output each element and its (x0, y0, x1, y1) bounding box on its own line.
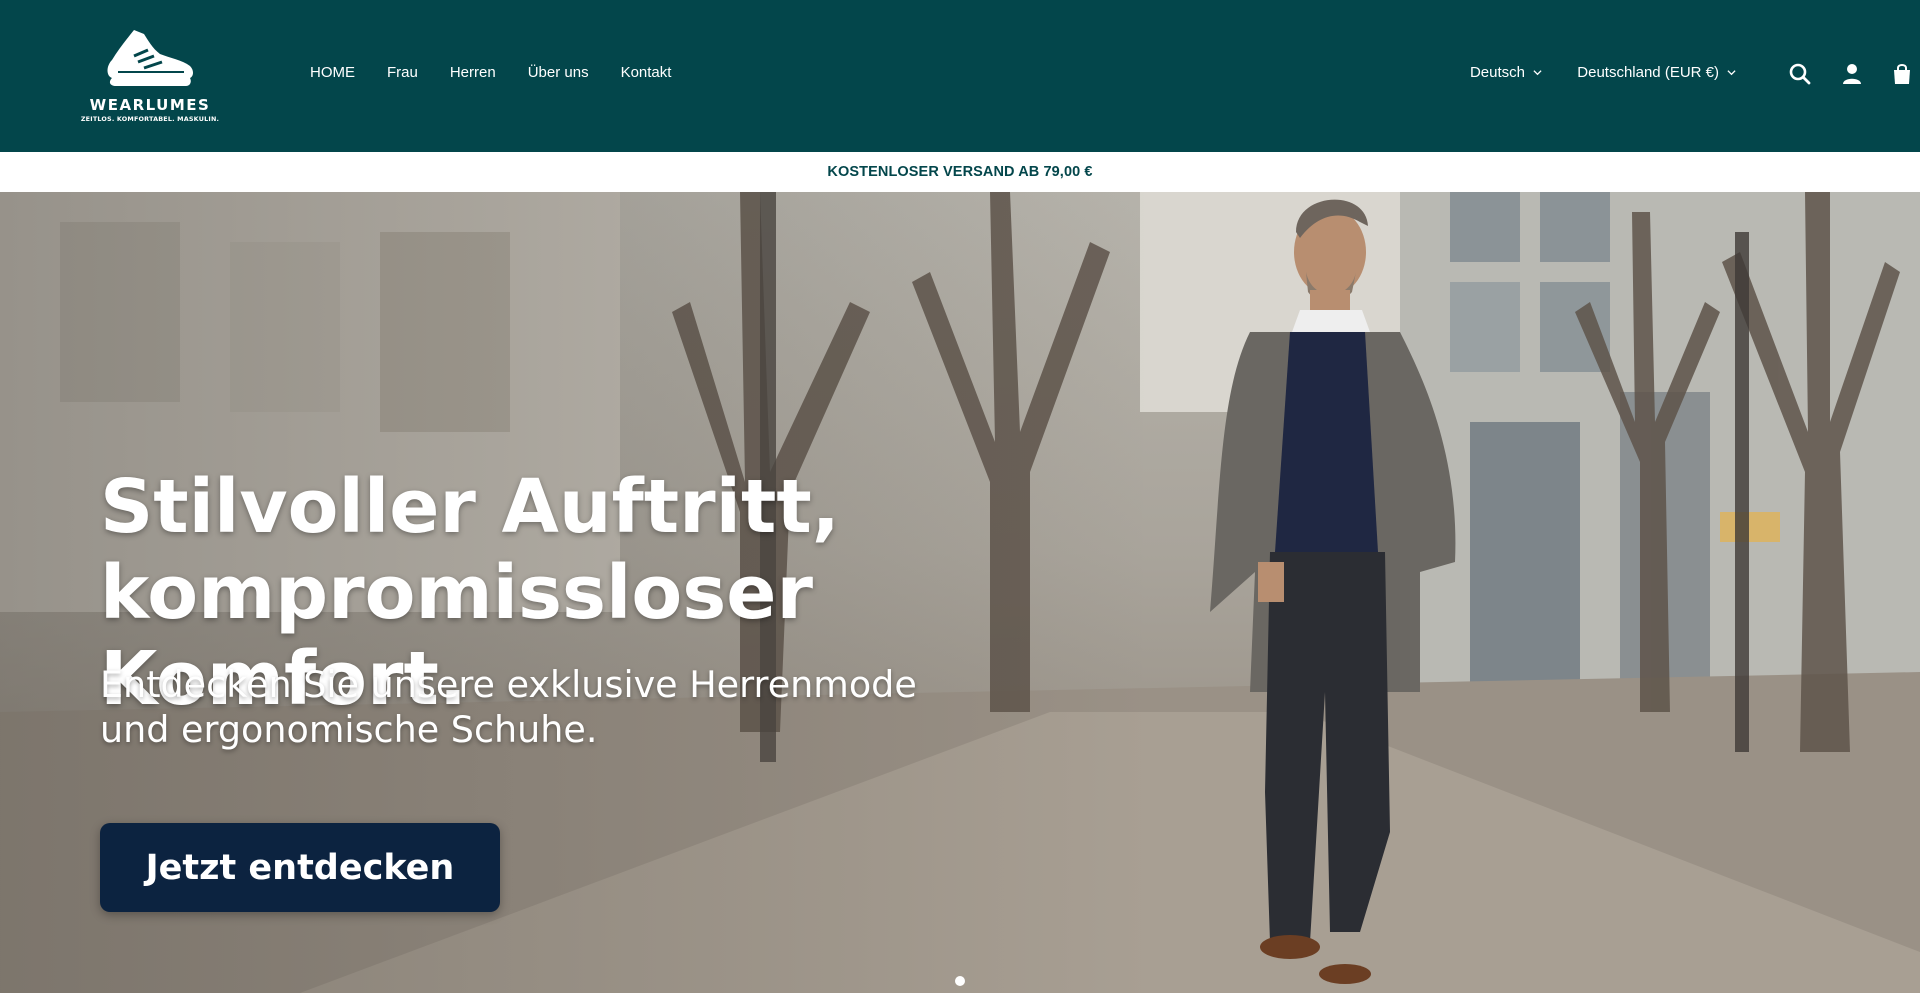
announcement-text: KOSTENLOSER VERSAND AB 79,00 € (827, 164, 1093, 180)
language-selector[interactable]: Deutsch (1470, 64, 1542, 81)
hero-subtitle-line2: und ergonomische Schuhe. (100, 708, 598, 751)
cta-button[interactable]: Jetzt entdecken (100, 823, 500, 912)
brand-tagline: ZEITLOS. KOMFORTABEL. MASKULIN. (80, 115, 220, 123)
brand-name: WEARLUMES (89, 96, 211, 114)
search-icon (1789, 63, 1811, 85)
account-button[interactable] (1840, 62, 1864, 86)
sneaker-logo-icon (107, 30, 193, 86)
slide-indicator-dot[interactable] (955, 976, 965, 986)
hero-banner: Stilvoller Auftritt, kompromissloser Kom… (0, 192, 1920, 993)
country-label: Deutschland (EUR €) (1577, 64, 1719, 81)
announcement-bar: KOSTENLOSER VERSAND AB 79,00 € (0, 152, 1920, 192)
hero-subtitle-line1: Entdecken Sie unsere exklusive Herrenmod… (100, 663, 917, 706)
country-selector[interactable]: Deutschland (EUR €) (1577, 64, 1736, 81)
hero-subtitle: Entdecken Sie unsere exklusive Herrenmod… (100, 662, 1000, 752)
nav-item-home[interactable]: HOME (310, 64, 355, 81)
language-label: Deutsch (1469, 64, 1525, 81)
nav-item-kontakt[interactable]: Kontakt (621, 64, 672, 81)
hero-title-line1: Stilvoller Auftritt, (100, 464, 840, 550)
brand-logo[interactable]: WEARLUMES ZEITLOS. KOMFORTABEL. MASKULIN… (74, 26, 226, 126)
nav-item-ueber-uns[interactable]: Über uns (528, 64, 589, 81)
site-header: WEARLUMES ZEITLOS. KOMFORTABEL. MASKULIN… (0, 0, 1920, 152)
chevron-down-icon (1727, 70, 1736, 76)
nav-item-herren[interactable]: Herren (450, 64, 496, 81)
chevron-down-icon (1533, 70, 1542, 76)
search-button[interactable] (1788, 62, 1812, 86)
cart-button[interactable] (1890, 62, 1914, 86)
cart-icon (1894, 64, 1910, 84)
account-icon (1843, 64, 1861, 84)
nav-item-frau[interactable]: Frau (387, 64, 418, 81)
main-nav: HOME Frau Herren Über uns Kontakt (310, 64, 671, 81)
